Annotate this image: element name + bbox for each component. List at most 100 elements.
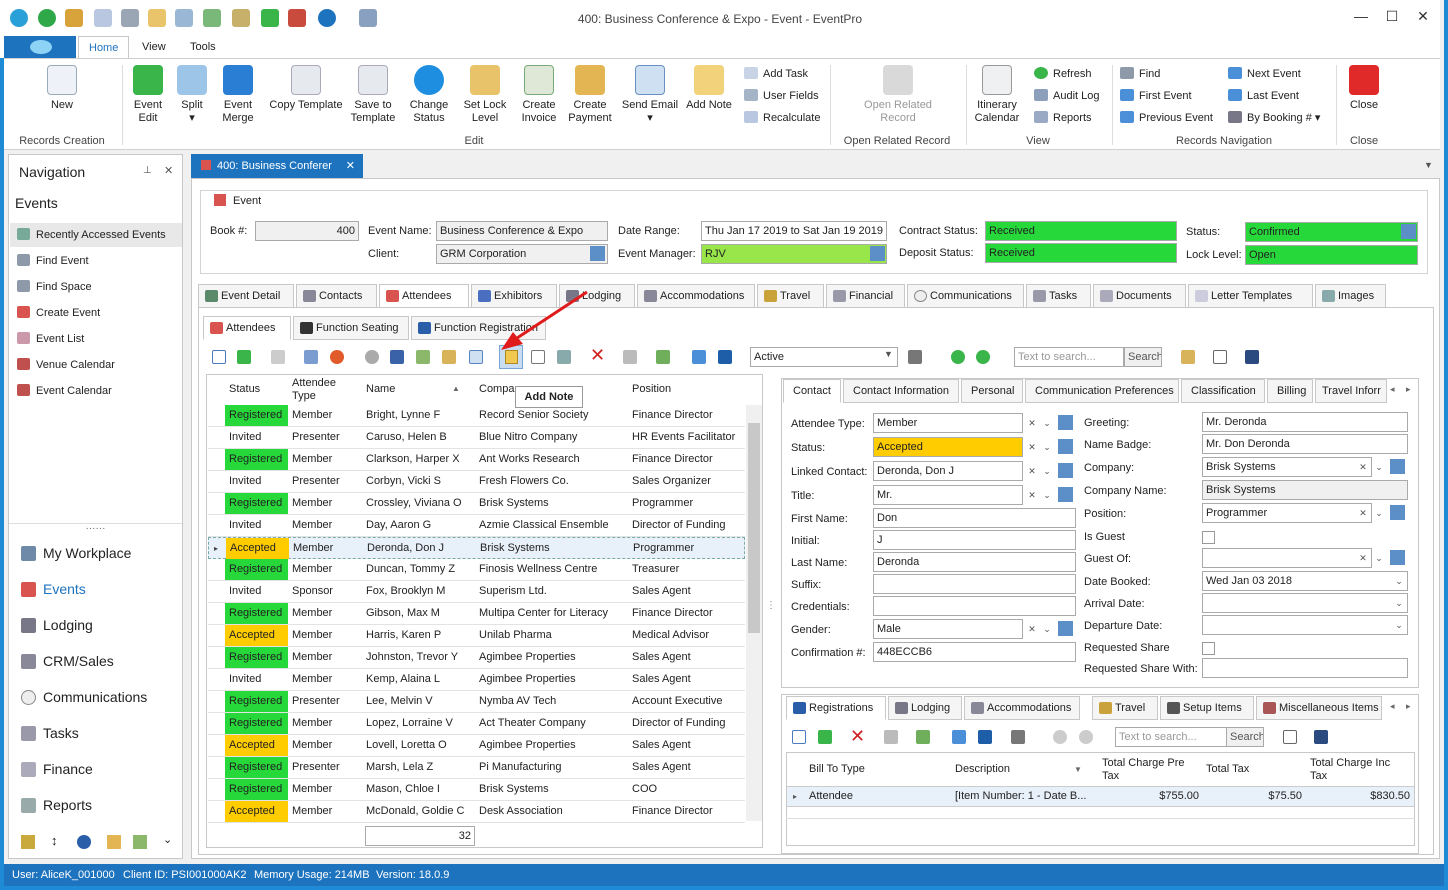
tab-tools[interactable]: Tools: [180, 36, 226, 58]
bottom-tab-misc-items[interactable]: Miscellaneous Items: [1256, 696, 1382, 720]
bottom-print-icon[interactable]: [884, 730, 898, 744]
mobile-icon[interactable]: [718, 350, 732, 364]
contact-left-field[interactable]: [873, 574, 1076, 594]
bottom-grid-icon[interactable]: [916, 730, 930, 744]
contact-right-field[interactable]: Wed Jan 03 2018: [1202, 571, 1408, 591]
add-note-ribbon-button[interactable]: Add Note: [684, 65, 734, 112]
table-row[interactable]: Registered Member Duncan, Tommy Z Finosis W…: [208, 559, 745, 581]
lookup-icon[interactable]: [1390, 459, 1405, 474]
move-down-icon[interactable]: [976, 350, 990, 364]
nav-item-create-event[interactable]: Create Event: [17, 301, 182, 325]
subtab-function-seating[interactable]: Function Seating: [293, 316, 409, 340]
tab-accommodations[interactable]: Accommodations: [637, 284, 755, 308]
first-event-button[interactable]: First Event: [1120, 87, 1192, 105]
clear-field-icon[interactable]: ✕: [1356, 549, 1370, 567]
close-button[interactable]: Close: [1344, 65, 1384, 112]
audit-log-button[interactable]: Audit Log: [1034, 87, 1099, 105]
contact-left-field[interactable]: Deronda: [873, 552, 1076, 572]
bottom-delete-icon[interactable]: ✕: [850, 726, 865, 747]
pin-icon[interactable]: ⊥: [143, 165, 152, 176]
field-dropdown-icon[interactable]: ⌄: [1040, 414, 1054, 432]
reg-header-description[interactable]: Description: [955, 763, 1010, 775]
bottom-tabs-left-icon[interactable]: ◂: [1390, 701, 1395, 712]
contact-right-field[interactable]: Mr. Don Deronda: [1202, 434, 1408, 454]
bottom-add-icon[interactable]: [818, 730, 832, 744]
lock-level-field[interactable]: Open: [1245, 245, 1418, 265]
save-layout-icon[interactable]: [1245, 350, 1259, 364]
bottom-up-icon[interactable]: [1053, 730, 1067, 744]
notes-icon[interactable]: [1181, 350, 1195, 364]
reports-button[interactable]: Reports: [1034, 109, 1092, 127]
preview-icon[interactable]: [1213, 350, 1227, 364]
tab-letter-templates[interactable]: Letter Templates: [1188, 284, 1313, 308]
client-lookup-icon[interactable]: [590, 246, 605, 261]
row-expander-icon[interactable]: ▸: [793, 787, 797, 806]
contact-left-field[interactable]: [873, 596, 1076, 616]
document-tab[interactable]: 400: Business Conferer ✕: [191, 154, 363, 178]
detail-tab-contact[interactable]: Contact: [783, 379, 841, 403]
new-row-icon[interactable]: [212, 350, 226, 364]
nav-item-event-list[interactable]: Event List: [17, 327, 182, 351]
table-row[interactable]: Invited Sponsor Fox, Brooklyn M Superism Lt…: [208, 581, 745, 603]
table-row[interactable]: Registered Member Bright, Lynne F Record Se…: [208, 405, 745, 427]
table-row[interactable]: Invited Presenter Corbyn, Vicki S Fresh Flo…: [208, 471, 745, 493]
table-row[interactable]: Registered Presenter Lee, Melvin V Nymba AV…: [208, 691, 745, 713]
contract-status-field[interactable]: Received: [985, 221, 1177, 241]
tab-view[interactable]: View: [132, 36, 176, 58]
grid-header-position[interactable]: Position: [632, 383, 671, 395]
print-icon[interactable]: [623, 350, 637, 364]
date-dropdown-icon[interactable]: ⌄: [1392, 572, 1406, 590]
date-dropdown-icon[interactable]: ⌄: [1392, 616, 1406, 634]
table-row[interactable]: Registered Presenter Marsh, Lela Z Pi Manuf…: [208, 757, 745, 779]
itinerary-calendar-button[interactable]: Itinerary Calendar: [974, 65, 1020, 125]
contact-right-field[interactable]: Programmer: [1202, 503, 1372, 523]
contact-right-field[interactable]: Brisk Systems: [1202, 457, 1372, 477]
grid-header-attendee-type[interactable]: Attendee Type: [292, 377, 336, 403]
manager-lookup-icon[interactable]: [870, 246, 885, 261]
bottom-tab-lodging[interactable]: Lodging: [888, 696, 962, 720]
contact-left-field[interactable]: Male: [873, 619, 1023, 639]
clear-field-icon[interactable]: ✕: [1025, 620, 1039, 638]
globe-icon[interactable]: [77, 835, 91, 849]
chart-icon[interactable]: [107, 835, 121, 849]
grid-header-name[interactable]: Name: [366, 383, 395, 395]
detail-tab-travel-info[interactable]: Travel Inforr: [1315, 379, 1387, 403]
grid-header-status[interactable]: Status: [229, 383, 260, 395]
event-merge-button[interactable]: Event Merge: [218, 65, 258, 125]
nav-item-recently-accessed[interactable]: Recently Accessed Events: [10, 223, 182, 247]
table-row[interactable]: Registered Member Gibson, Max M Multipa Cen…: [208, 603, 745, 625]
module-crm-sales[interactable]: CRM/Sales: [21, 649, 114, 673]
requested-share-checkbox[interactable]: [1202, 642, 1215, 655]
refresh-button[interactable]: Refresh: [1034, 65, 1092, 83]
date-dropdown-icon[interactable]: ⌄: [1392, 594, 1406, 612]
bottom-search-button[interactable]: Search: [1226, 727, 1264, 747]
clear-field-icon[interactable]: ✕: [1025, 462, 1039, 480]
nav-item-event-calendar[interactable]: Event Calendar: [17, 379, 182, 403]
table-row[interactable]: Accepted Member Harris, Karen P Unilab Phar…: [208, 625, 745, 647]
contact-left-field[interactable]: Don: [873, 508, 1076, 528]
split-button[interactable]: Split ▾: [174, 65, 210, 125]
briefcase-icon[interactable]: [390, 350, 404, 364]
event-manager-field[interactable]: RJV: [701, 244, 887, 264]
lookup-icon[interactable]: [1058, 621, 1073, 636]
clear-field-icon[interactable]: ✕: [1356, 458, 1370, 476]
set-lock-level-button[interactable]: Set Lock Level: [462, 65, 508, 125]
tab-images[interactable]: Images: [1315, 284, 1386, 308]
contact-left-field[interactable]: Member: [873, 413, 1023, 433]
contact-left-field[interactable]: Accepted: [873, 437, 1023, 457]
splitter-dots[interactable]: ⋮: [766, 600, 776, 611]
is-guest-checkbox[interactable]: [1202, 531, 1215, 544]
user-fields-button[interactable]: User Fields: [744, 87, 819, 105]
tab-communications[interactable]: Communications: [907, 284, 1024, 308]
contact-right-field[interactable]: [1202, 593, 1408, 613]
person-icon[interactable]: [365, 350, 379, 364]
contact-right-field[interactable]: [1202, 615, 1408, 635]
module-communications[interactable]: Communications: [21, 685, 147, 709]
contact-left-field[interactable]: Deronda, Don J: [873, 461, 1023, 481]
save-to-template-button[interactable]: Save to Template: [349, 65, 397, 125]
add-icon[interactable]: [237, 350, 251, 364]
event-edit-button[interactable]: Event Edit: [128, 65, 168, 125]
tab-attendees[interactable]: Attendees: [379, 284, 469, 308]
bottom-search-input[interactable]: Text to search...: [1115, 727, 1227, 747]
close-window-button[interactable]: ✕: [1408, 8, 1438, 25]
